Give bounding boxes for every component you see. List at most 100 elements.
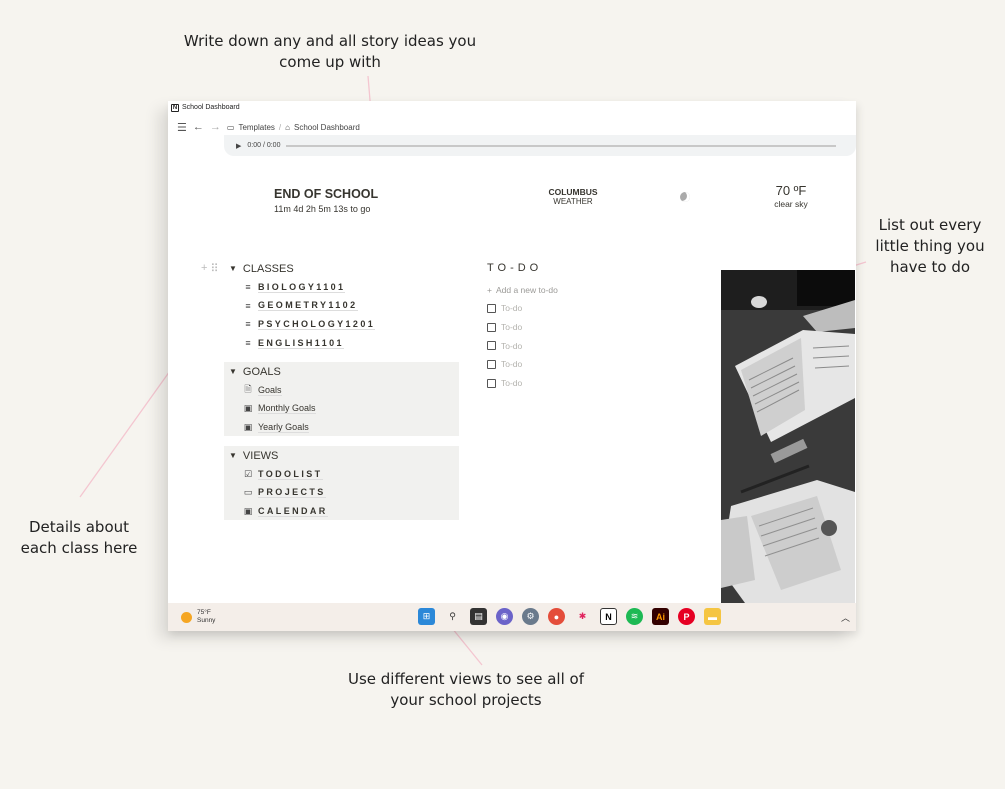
audio-player[interactable]: ▶ 0:00 / 0:00 <box>224 135 856 156</box>
slack-icon[interactable]: ✱ <box>574 608 591 625</box>
templates-icon: ▭ <box>226 122 235 132</box>
menu-icon[interactable]: ☰ <box>177 121 187 134</box>
settings-gear-icon[interactable]: ⚙ <box>522 608 539 625</box>
task-view-icon[interactable]: ▤ <box>470 608 487 625</box>
folder-icon: ▭ <box>243 487 253 498</box>
goals-section: ▼ GOALS 🗎 Goals ▣ Monthly Goals ▣ Yearly… <box>224 362 459 436</box>
pinterest-icon[interactable]: P <box>678 608 695 625</box>
calendar-icon: ▣ <box>243 421 253 432</box>
breadcrumb-school-dashboard[interactable]: School Dashboard <box>294 123 360 132</box>
view-item-calendar[interactable]: ▣ CALENDAR <box>224 502 459 521</box>
countdown-widget: END OF SCHOOL 11m 4d 2h 5m 13s to go <box>274 187 378 214</box>
todo-item-label[interactable]: To-do <box>501 378 522 388</box>
goal-label: Yearly Goals <box>258 421 309 433</box>
todo-item-label[interactable]: To-do <box>501 341 522 351</box>
view-item-projects[interactable]: ▭ PROJECTS <box>224 484 459 503</box>
goals-toggle[interactable]: ▼ GOALS <box>224 362 459 381</box>
school-icon: ⌂ <box>285 122 290 132</box>
breadcrumb-templates[interactable]: Templates <box>238 123 274 132</box>
drag-handle-icon[interactable]: ⠿ <box>210 262 218 275</box>
todo-checkbox[interactable] <box>487 322 496 332</box>
add-todo-button[interactable]: + Add a new to-do <box>487 280 558 299</box>
goal-label: Goals <box>258 384 282 396</box>
todo-checkbox[interactable] <box>487 378 496 388</box>
class-item-biology[interactable]: ≡ BIOLOGY1101 <box>224 278 459 297</box>
taskbar-apps: ⊞ ⚲ ▤ ◉ ⚙ ● ✱ N ≋ Ai P ▬ <box>418 608 721 625</box>
classes-section: ▼ CLASSES ≡ BIOLOGY1101 ≡ GEOMETRY1102 ≡… <box>224 259 459 351</box>
view-item-todolist[interactable]: ☑ TODOLIST <box>224 465 459 484</box>
taskbar: 75°F Sunny ⊞ ⚲ ▤ ◉ ⚙ ● ✱ N ≋ Ai P ▬ ︿ <box>168 603 856 631</box>
weather-label: WEATHER <box>553 197 593 206</box>
weather-temperature-block: 70 ºF clear sky <box>762 183 820 209</box>
windows-start-icon[interactable]: ⊞ <box>418 608 435 625</box>
calendar-icon: ▣ <box>243 403 253 414</box>
toggle-triangle-icon[interactable]: ▼ <box>229 451 237 460</box>
taskbar-condition: Sunny <box>197 617 216 624</box>
page-lines-icon: ≡ <box>245 338 251 349</box>
todo-item-label[interactable]: To-do <box>501 322 522 332</box>
todo-checkbox[interactable] <box>487 359 496 369</box>
class-label: BIOLOGY1101 <box>258 281 346 293</box>
goal-item-yearly[interactable]: ▣ Yearly Goals <box>224 418 459 437</box>
back-arrow-icon[interactable]: ← <box>193 121 204 133</box>
toggle-triangle-icon[interactable]: ▼ <box>229 367 237 376</box>
todo-item[interactable]: To-do <box>487 374 558 393</box>
chevron-up-icon[interactable]: ︿ <box>841 611 850 624</box>
todo-title: TO-DO <box>487 262 543 274</box>
taskbar-temp: 75°F <box>197 609 211 616</box>
class-item-english[interactable]: ≡ ENGLISH1101 <box>224 334 459 353</box>
todo-item[interactable]: To-do <box>487 299 558 318</box>
audio-time: 0:00 / 0:00 <box>247 142 281 149</box>
search-icon[interactable]: ⚲ <box>444 608 461 625</box>
title-bar: N School Dashboard <box>168 101 856 114</box>
page-lines-icon: ≡ <box>245 319 251 330</box>
todo-item[interactable]: To-do <box>487 318 558 337</box>
classes-title: CLASSES <box>242 262 294 275</box>
chat-icon[interactable]: ◉ <box>496 608 513 625</box>
goal-item-monthly[interactable]: ▣ Monthly Goals <box>224 400 459 419</box>
block-handle[interactable]: + ⠿ <box>201 262 219 275</box>
goals-title: GOALS <box>242 365 281 378</box>
document-icon: 🗎 <box>244 384 252 395</box>
chrome-icon[interactable]: ● <box>548 608 565 625</box>
views-section: ▼ VIEWS ☑ TODOLIST ▭ PROJECTS ▣ CALENDAR <box>224 446 459 520</box>
page-lines-icon: ≡ <box>245 300 251 311</box>
todo-item-label[interactable]: To-do <box>501 359 522 369</box>
checkbox-icon: ☑ <box>243 468 253 479</box>
file-explorer-icon[interactable]: ▬ <box>704 608 721 625</box>
todo-item-label[interactable]: To-do <box>501 303 522 313</box>
add-block-icon[interactable]: + <box>201 262 207 275</box>
spotify-icon[interactable]: ≋ <box>626 608 643 625</box>
views-toggle[interactable]: ▼ VIEWS <box>224 446 459 465</box>
breadcrumb: ▭ Templates / ⌂ School Dashboard <box>227 123 360 132</box>
todo-item[interactable]: To-do <box>487 355 558 374</box>
weather-location: COLUMBUS WEATHER <box>538 187 608 206</box>
sun-icon <box>181 611 192 623</box>
view-label: PROJECTS <box>258 487 326 499</box>
view-label: CALENDAR <box>258 505 328 517</box>
add-todo-label: Add a new to-do <box>495 284 558 295</box>
classes-toggle[interactable]: ▼ CLASSES <box>224 259 459 278</box>
weather-temperature: 70 ºF <box>775 183 807 198</box>
todo-item[interactable]: To-do <box>487 336 558 355</box>
plus-icon: + <box>487 284 492 295</box>
goal-item-goals[interactable]: 🗎 Goals <box>224 381 459 400</box>
play-icon[interactable]: ▶ <box>236 142 241 150</box>
moon-icon <box>680 192 690 202</box>
audio-progress-bar[interactable] <box>286 144 837 147</box>
views-title: VIEWS <box>242 449 279 462</box>
calendar-icon: ▣ <box>243 505 253 516</box>
todo-list: TO-DO + Add a new to-do To-do To-do To-d… <box>487 262 558 392</box>
weather-condition: clear sky <box>774 199 808 209</box>
notion-icon[interactable]: N <box>600 608 617 625</box>
study-desk-photo <box>721 270 855 603</box>
class-item-geometry[interactable]: ≡ GEOMETRY1102 <box>224 297 459 316</box>
illustrator-icon[interactable]: Ai <box>652 608 669 625</box>
annotation-views: Use different views to see all of your s… <box>347 670 584 709</box>
forward-arrow-icon[interactable]: → <box>210 121 221 133</box>
toggle-triangle-icon[interactable]: ▼ <box>229 264 237 273</box>
class-item-psychology[interactable]: ≡ PSYCHOLOGY1201 <box>224 315 459 334</box>
taskbar-weather[interactable]: 75°F Sunny <box>181 609 215 625</box>
todo-checkbox[interactable] <box>487 303 496 313</box>
todo-checkbox[interactable] <box>487 341 496 351</box>
